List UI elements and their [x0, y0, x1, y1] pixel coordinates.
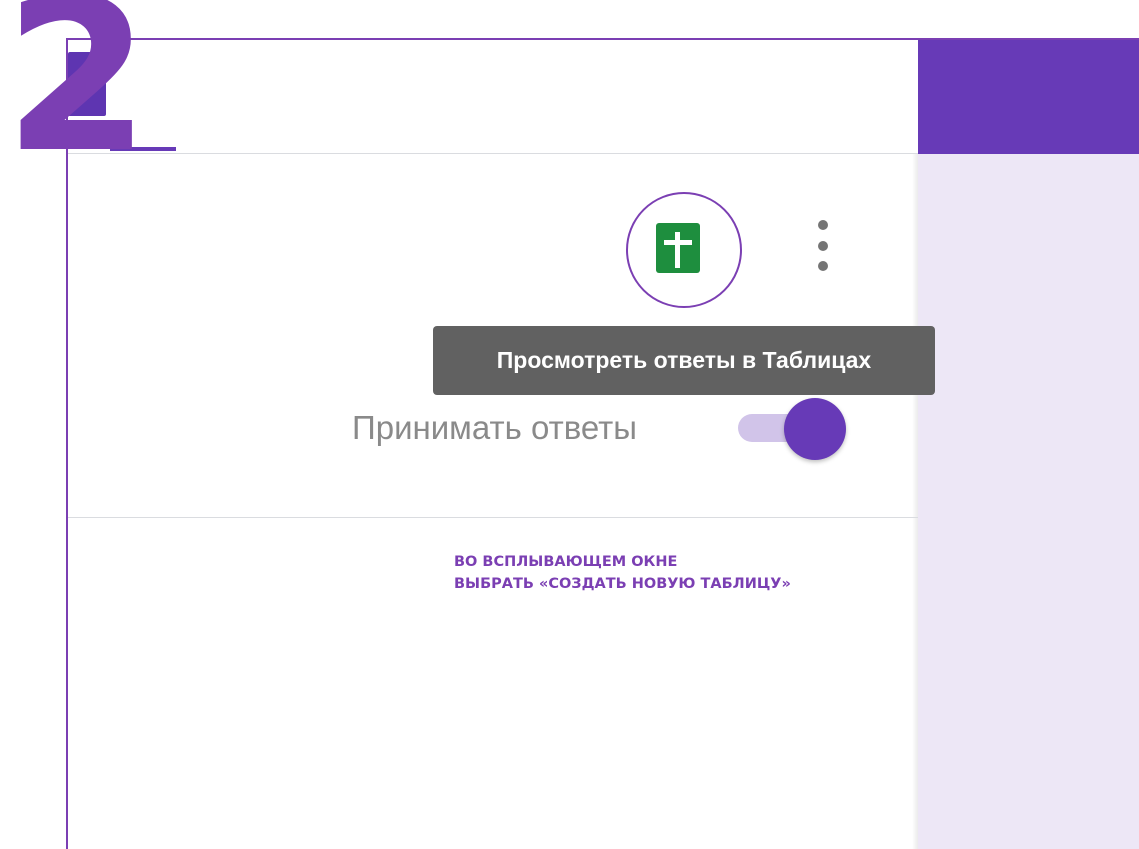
panel-shadow — [912, 154, 918, 849]
instruction-line-2: ВЫБРАТЬ «СОЗДАТЬ НОВУЮ ТАБЛИЦУ» — [454, 576, 791, 592]
more-vert-icon-dot — [818, 241, 828, 251]
form-background-panel — [918, 154, 1139, 849]
more-vert-icon-dot — [818, 261, 828, 271]
instruction-line-1: ВО ВСПЛЫВАЮЩЕМ ОКНЕ — [454, 554, 678, 570]
step-number: 2 — [4, 0, 150, 199]
accept-responses-toggle-thumb[interactable] — [784, 398, 846, 460]
sheets-tooltip: Просмотреть ответы в Таблицах — [433, 326, 935, 395]
instruction-text: ВО ВСПЛЫВАЮЩЕМ ОКНЕ ВЫБРАТЬ «СОЗДАТЬ НОВ… — [454, 551, 791, 595]
form-theme-header — [918, 40, 1139, 154]
header-divider — [68, 153, 918, 154]
sheets-button-highlight — [626, 192, 742, 308]
accept-responses-label: Принимать ответы — [352, 409, 637, 446]
more-options-button[interactable] — [808, 218, 838, 274]
section-divider — [68, 517, 918, 518]
annotation-frame-top — [67, 38, 1139, 40]
more-vert-icon — [818, 220, 828, 230]
